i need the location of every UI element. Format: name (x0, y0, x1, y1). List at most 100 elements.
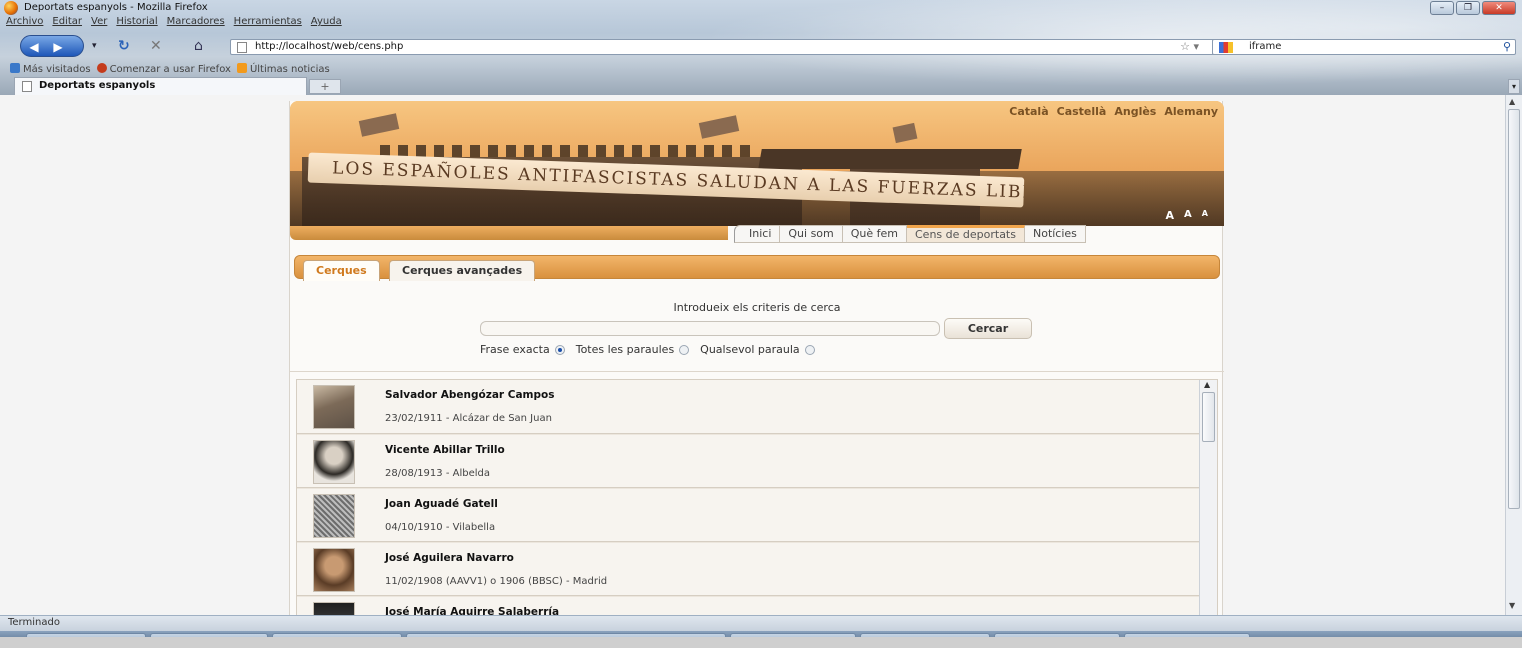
font-normal-button[interactable]: A (1184, 209, 1192, 222)
nav-qui-som[interactable]: Qui som (780, 225, 843, 243)
forward-arrow-icon[interactable]: ▶ (49, 39, 67, 55)
page-scrollbar[interactable]: ▲ ▼ (1505, 95, 1522, 615)
person-name[interactable]: Vicente Abillar Trillo (385, 444, 505, 456)
search-bar[interactable]: iframe ⚲ (1212, 39, 1516, 55)
magnifier-search-icon[interactable]: ⚲ (1503, 40, 1511, 54)
reload-icon[interactable]: ↻ (118, 38, 130, 54)
person-photo (313, 494, 355, 538)
site-container: LOS ESPAÑOLES ANTIFASCISTAS SALUDAN A LA… (289, 101, 1224, 615)
bookmark-most-visited[interactable]: Más visitados (10, 63, 91, 75)
search-input[interactable] (480, 321, 940, 336)
scroll-up-icon[interactable]: ▲ (1509, 97, 1515, 106)
scroll-down-icon[interactable]: ▼ (1509, 601, 1515, 610)
tab-deportats[interactable]: Deportats espanyols (14, 77, 307, 95)
close-button[interactable]: ✕ (1482, 1, 1516, 15)
menu-herramientas[interactable]: Herramientas (234, 16, 302, 31)
menu-bar: Archivo Editar Ver Historial Marcadores … (6, 16, 342, 31)
status-bar: Terminado (0, 615, 1522, 631)
back-forward-buttons: ◀ ▶ (20, 35, 84, 57)
maximize-button[interactable]: ❐ (1456, 1, 1480, 15)
nav-cens-de-deportats[interactable]: Cens de deportats (907, 225, 1025, 243)
rss-feed-icon (236, 63, 247, 73)
font-size-controls: A A A (1166, 209, 1208, 222)
url-bar[interactable]: http://localhost/web/cens.php ☆ ▾ (230, 39, 1230, 55)
results-scroll-content: Salvador Abengózar Campos 23/02/1911 - A… (297, 380, 1199, 615)
tab-cerques[interactable]: Cerques (303, 260, 380, 281)
google-search-engine-icon[interactable] (1219, 42, 1233, 53)
page-favicon-icon (237, 42, 247, 53)
font-increase-button[interactable]: A (1166, 209, 1175, 222)
lang-castella[interactable]: Castellà (1057, 105, 1107, 118)
bookmark-latest-news[interactable]: Últimas noticias (236, 63, 330, 75)
list-item[interactable]: Joan Aguadé Gatell 04/10/1910 - Vilabell… (297, 488, 1199, 542)
scroll-up-icon[interactable]: ▲ (1204, 380, 1210, 389)
nav-noticies[interactable]: Notícies (1024, 225, 1086, 243)
radio-totes-les-paraules[interactable] (679, 344, 690, 355)
option-frase-exacta-label: Frase exacta (480, 343, 550, 356)
tab-scroll-icon[interactable]: ▾ (1508, 79, 1520, 94)
option-totes-les-paraules-label: Totes les paraules (575, 343, 675, 356)
menu-marcadores[interactable]: Marcadores (167, 16, 225, 31)
bookmark-star-icon[interactable]: ☆ ▾ (1180, 40, 1199, 54)
nav-inici[interactable]: Inici (734, 225, 781, 243)
menu-ayuda[interactable]: Ayuda (311, 16, 342, 31)
radio-frase-exacta[interactable] (554, 344, 565, 355)
tab-cerques-avancades[interactable]: Cerques avançades (389, 260, 536, 281)
navigation-toolbar: ◀ ▶ ▾ ↻ ✕ ⌂ http://localhost/web/cens.ph… (0, 32, 1522, 60)
new-tab-button[interactable]: + (309, 79, 341, 94)
person-photo (313, 385, 355, 429)
tab-strip: Deportats espanyols + ▾ (0, 77, 1522, 95)
person-info: 11/02/1908 (AAVV1) o 1906 (BBSC) - Madri… (385, 576, 608, 587)
bottom-overlay (0, 637, 1522, 648)
stop-icon[interactable]: ✕ (150, 38, 162, 54)
lang-catala[interactable]: Català (1009, 105, 1048, 118)
scrollbar-thumb[interactable] (1202, 392, 1215, 442)
list-item[interactable]: Salvador Abengózar Campos 23/02/1911 - A… (297, 380, 1199, 434)
back-arrow-icon[interactable]: ◀ (25, 39, 43, 55)
url-text: http://localhost/web/cens.php (255, 41, 404, 52)
menu-ver[interactable]: Ver (91, 16, 107, 31)
lang-angles[interactable]: Anglès (1114, 105, 1156, 118)
lang-alemany[interactable]: Alemany (1164, 105, 1218, 118)
firefox-logo-icon (4, 1, 18, 15)
page-viewport: LOS ESPAÑOLES ANTIFASCISTAS SALUDAN A LA… (0, 95, 1505, 615)
menu-editar[interactable]: Editar (52, 16, 82, 31)
radio-qualsevol-paraula[interactable] (804, 344, 815, 355)
browser-chrome: Deportats espanyols - Mozilla Firefox – … (0, 0, 1522, 95)
search-prompt: Introdueix els criteris de cerca (673, 301, 841, 314)
menu-archivo[interactable]: Archivo (6, 16, 43, 31)
results-scrollbar[interactable]: ▲ (1199, 380, 1217, 615)
tab-page-icon (22, 81, 32, 92)
person-photo (313, 602, 355, 615)
list-item[interactable]: José Aguilera Navarro 11/02/1908 (AAVV1)… (297, 542, 1199, 596)
person-name[interactable]: Salvador Abengózar Campos (385, 389, 554, 401)
window-controls: – ❐ ✕ (1430, 1, 1516, 15)
list-item[interactable]: Vicente Abillar Trillo 28/08/1913 - Albe… (297, 434, 1199, 488)
font-decrease-button[interactable]: A (1202, 209, 1208, 222)
bookmark-getting-started[interactable]: Comenzar a usar Firefox (96, 63, 231, 75)
person-name[interactable]: Joan Aguadé Gatell (385, 498, 498, 510)
search-tabs-bar: Cerques Cerques avançades (294, 255, 1220, 281)
person-name[interactable]: José Aguilera Navarro (385, 552, 514, 564)
list-item[interactable]: José María Aguirre Salaberría (297, 596, 1199, 615)
title-bar: Deportats espanyols - Mozilla Firefox – … (0, 0, 1522, 16)
home-icon[interactable]: ⌂ (194, 38, 203, 54)
person-info: 23/02/1911 - Alcázar de San Juan (385, 413, 552, 424)
nav-que-fem[interactable]: Què fem (842, 225, 907, 243)
results-list: Salvador Abengózar Campos 23/02/1911 - A… (296, 379, 1218, 615)
option-qualsevol-paraula-label: Qualsevol paraula (700, 343, 800, 356)
search-bar-text: iframe (1249, 41, 1282, 52)
tab-title: Deportats espanyols (39, 80, 156, 91)
banner-watchtower-image (758, 149, 1022, 169)
window-title: Deportats espanyols - Mozilla Firefox (24, 2, 208, 13)
history-dropdown-icon[interactable]: ▾ (92, 38, 97, 54)
scrollbar-thumb[interactable] (1508, 109, 1520, 509)
search-options: Frase exacta Totes les paraules Qualsevo… (480, 343, 821, 356)
minimize-button[interactable]: – (1430, 1, 1454, 15)
status-text: Terminado (8, 617, 60, 628)
person-info: 28/08/1913 - Albelda (385, 468, 490, 479)
menu-historial[interactable]: Historial (116, 16, 157, 31)
main-navigation: Inici Qui som Què fem Cens de deportats … (734, 225, 1086, 243)
person-name[interactable]: José María Aguirre Salaberría (385, 606, 559, 615)
search-button[interactable]: Cercar (944, 318, 1032, 339)
